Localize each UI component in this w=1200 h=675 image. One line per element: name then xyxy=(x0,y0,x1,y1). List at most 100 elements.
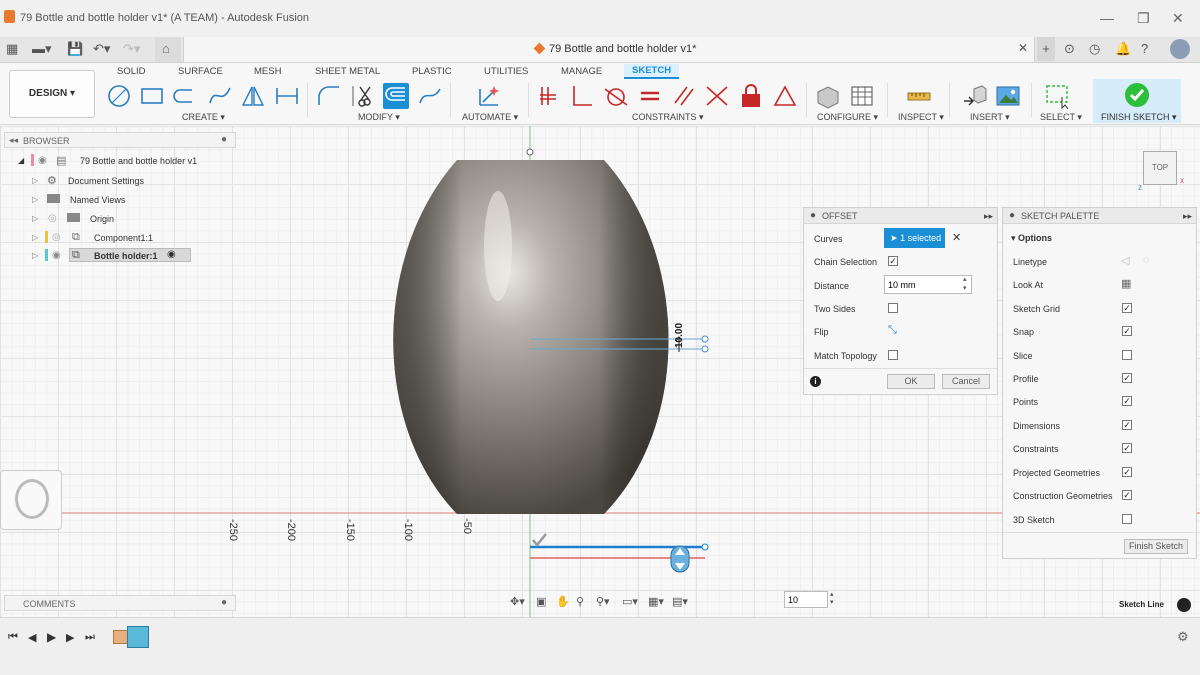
curves-selection-button[interactable]: ➤ 1 selected xyxy=(884,228,945,248)
linetype-construction-icon[interactable]: ◁ xyxy=(1121,254,1129,267)
pan-icon[interactable]: ✋ xyxy=(556,595,570,608)
look-at-nav-icon[interactable]: ▣ xyxy=(536,595,546,608)
timeline-feature-sketch[interactable] xyxy=(113,626,151,650)
insert-group-label[interactable]: INSERT ▾ xyxy=(970,112,1010,123)
undo-icon[interactable]: ↶▾ xyxy=(93,41,110,57)
dimensions-checkbox[interactable]: ✓ xyxy=(1122,420,1132,430)
triangle-constraint-icon[interactable] xyxy=(772,83,798,109)
distance-input[interactable] xyxy=(884,275,972,294)
close-tab-icon[interactable]: ✕ xyxy=(1018,41,1028,55)
tab-surface[interactable]: SURFACE xyxy=(178,66,223,77)
home-tab[interactable]: ⌂ xyxy=(155,37,181,62)
projected-geometries-checkbox[interactable]: ✓ xyxy=(1122,467,1132,477)
3d-sketch-checkbox[interactable] xyxy=(1122,514,1132,524)
redo-icon[interactable]: ↷▾ xyxy=(123,41,140,57)
notifications-icon[interactable]: 🔔 xyxy=(1115,41,1131,57)
configure-model-icon[interactable] xyxy=(815,83,841,109)
insert-canvas-icon[interactable] xyxy=(995,83,1021,109)
offset-tool-icon[interactable] xyxy=(383,83,409,109)
measure-icon[interactable] xyxy=(906,83,932,109)
save-icon[interactable]: 💾 xyxy=(67,41,83,57)
perpendicular-constraint-icon[interactable] xyxy=(569,83,595,109)
modify-group-label[interactable]: MODIFY ▾ xyxy=(358,112,400,123)
visibility-icon[interactable]: ◉ xyxy=(52,250,61,261)
viewcube[interactable]: TOP xyxy=(1143,151,1177,185)
inspect-group-label[interactable]: INSPECT ▾ xyxy=(898,112,944,123)
sketch-palette-header[interactable]: ● SKETCH PALETTE ▸▸ xyxy=(1003,208,1196,224)
construction-geometries-checkbox[interactable]: ✓ xyxy=(1122,490,1132,500)
maximize-button[interactable]: ❐ xyxy=(1137,10,1150,27)
finish-sketch-button[interactable]: FINISH SKETCH ▾ xyxy=(1093,79,1181,123)
expand-arrow-icon[interactable]: ▷ xyxy=(32,176,38,185)
equal-constraint-icon[interactable] xyxy=(637,83,663,109)
rectangle-tool-icon[interactable] xyxy=(139,83,165,109)
tab-solid[interactable]: SOLID xyxy=(117,66,146,77)
select-window-icon[interactable] xyxy=(1045,83,1071,109)
grid-step-input[interactable] xyxy=(784,591,828,608)
hidden-eye-icon[interactable]: ◎ xyxy=(52,232,61,243)
spline-tool-icon[interactable] xyxy=(207,83,233,109)
grid-settings-icon[interactable]: ▦▾ xyxy=(648,595,664,608)
expand-arrow-icon[interactable]: ▷ xyxy=(32,195,38,204)
mirror-tool-icon[interactable] xyxy=(240,83,266,109)
automate-group-label[interactable]: AUTOMATE ▾ xyxy=(462,112,518,123)
extensions-icon[interactable]: ⊙ xyxy=(1064,41,1075,57)
display-settings-icon[interactable]: ▭▾ xyxy=(622,595,638,608)
close-window-button[interactable]: ✕ xyxy=(1172,10,1184,27)
ok-button[interactable]: OK xyxy=(887,374,935,389)
tab-manage[interactable]: MANAGE xyxy=(561,66,602,77)
coincident-constraint-icon[interactable] xyxy=(536,83,562,109)
collapse-icon[interactable]: ◂◂ xyxy=(9,135,18,146)
automate-dimensions-icon[interactable] xyxy=(476,83,502,109)
tab-plastic[interactable]: PLASTIC xyxy=(412,66,452,77)
sketch-grid-checkbox[interactable]: ✓ xyxy=(1122,303,1132,313)
insert-derive-icon[interactable] xyxy=(962,83,988,109)
expand-palette-icon[interactable]: ▸▸ xyxy=(1183,208,1192,224)
hidden-eye-icon[interactable]: ◎ xyxy=(48,213,57,224)
distance-spinner[interactable]: ▴ ▾ xyxy=(963,275,967,293)
look-at-icon[interactable]: ▦ xyxy=(1121,277,1131,290)
dimension-label[interactable]: 10.00 xyxy=(674,323,685,348)
expand-arrow-icon[interactable]: ▷ xyxy=(32,233,38,242)
midpoint-constraint-icon[interactable] xyxy=(704,83,730,109)
timeline-back-icon[interactable]: ◀ xyxy=(28,631,36,644)
options-section[interactable]: ▾ Options xyxy=(1011,233,1052,244)
apps-grid-icon[interactable]: ▦ xyxy=(6,41,18,57)
job-status-icon[interactable]: ◷ xyxy=(1089,41,1100,57)
expand-triangle-icon[interactable]: ◢ xyxy=(18,156,24,165)
zoom-icon[interactable]: ⚲ xyxy=(576,595,584,608)
two-sides-checkbox[interactable] xyxy=(888,303,898,313)
slice-checkbox[interactable] xyxy=(1122,350,1132,360)
orbit-icon[interactable]: ✥▾ xyxy=(510,595,525,608)
finish-sketch-palette-button[interactable]: Finish Sketch xyxy=(1124,539,1188,554)
timeline-forward-icon[interactable]: ▶ xyxy=(66,631,74,644)
expand-arrow-icon[interactable]: ▷ xyxy=(32,214,38,223)
chain-selection-checkbox[interactable]: ✓ xyxy=(888,256,898,266)
comments-panel-header[interactable]: COMMENTS ● xyxy=(4,595,236,611)
profile-checkbox[interactable]: ✓ xyxy=(1122,373,1132,383)
timeline-start-icon[interactable]: ⏮ xyxy=(8,631,18,644)
tangent-constraint-icon[interactable] xyxy=(603,83,629,109)
configure-table-icon[interactable] xyxy=(849,83,875,109)
new-tab-icon[interactable]: + xyxy=(1037,37,1055,61)
constraints-group-label[interactable]: CONSTRAINTS ▾ xyxy=(632,112,704,123)
tab-mesh[interactable]: MESH xyxy=(254,66,281,77)
document-tab[interactable]: 79 Bottle and bottle holder v1* ✕ xyxy=(183,37,1035,62)
timeline-settings-icon[interactable]: ⚙ xyxy=(1177,629,1189,645)
minimize-button[interactable]: — xyxy=(1100,10,1114,26)
points-checkbox[interactable]: ✓ xyxy=(1122,396,1132,406)
viewports-icon[interactable]: ▤▾ xyxy=(672,595,688,608)
configure-group-label[interactable]: CONFIGURE ▾ xyxy=(817,112,878,123)
expand-dialog-icon[interactable]: ▸▸ xyxy=(984,208,993,224)
file-menu-icon[interactable]: ▬▾ xyxy=(32,41,52,57)
circle-tool-icon[interactable] xyxy=(106,83,132,109)
tab-sketch[interactable]: SKETCH xyxy=(624,64,680,79)
info-icon[interactable]: i xyxy=(810,376,821,387)
create-group-label[interactable]: CREATE ▾ xyxy=(182,112,225,123)
tab-utilities[interactable]: UTILITIES xyxy=(484,66,528,77)
pin-icon[interactable]: ● xyxy=(221,134,227,145)
workspace-switcher[interactable]: DESIGN ▾ xyxy=(9,70,95,118)
avatar[interactable] xyxy=(1170,39,1190,59)
visibility-icon[interactable]: ◉ xyxy=(38,155,47,166)
timeline-play-icon[interactable]: ▶ xyxy=(47,630,56,644)
